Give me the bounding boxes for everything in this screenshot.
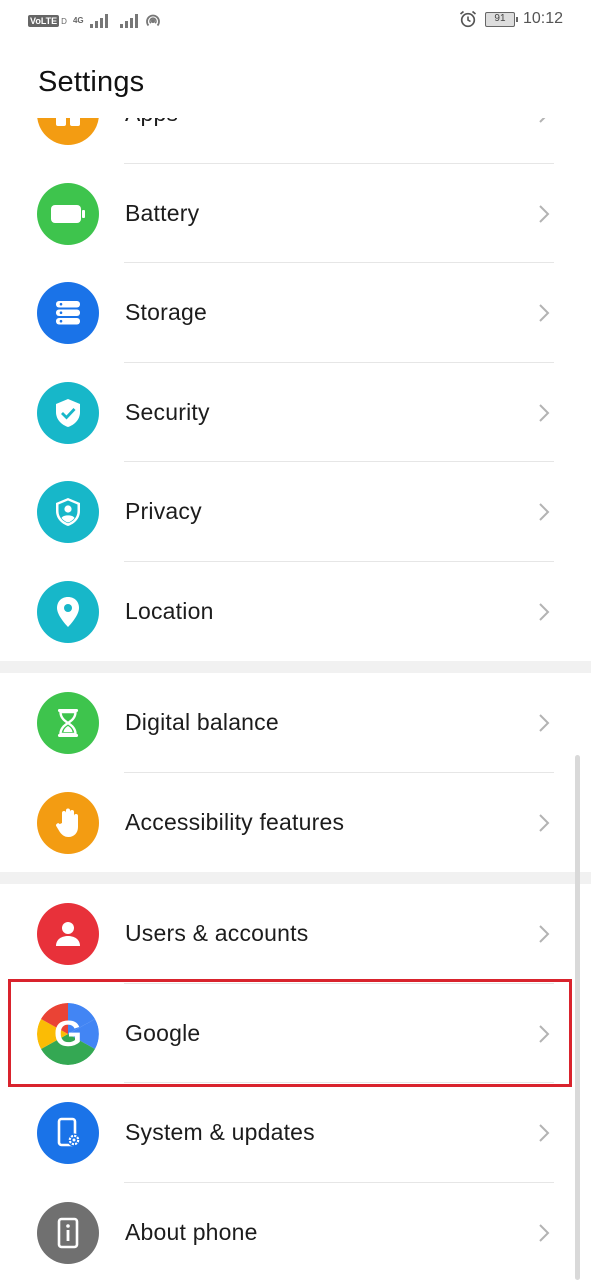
settings-item-digital-balance[interactable]: Digital balance: [0, 673, 591, 773]
chevron-right-icon: [539, 813, 550, 832]
settings-item-location[interactable]: Location: [0, 562, 591, 662]
settings-item-label: Storage: [125, 299, 207, 326]
svg-text:G: G: [54, 1013, 82, 1054]
scrollbar[interactable]: [575, 755, 580, 1280]
settings-item-label: Accessibility features: [125, 808, 345, 835]
settings-item-google[interactable]: G Google: [0, 984, 591, 1083]
settings-item-apps[interactable]: Apps: [0, 118, 591, 164]
signal-2-icon: [119, 14, 138, 28]
volte-indicator: VoLTE: [28, 15, 60, 27]
settings-item-label: About phone: [125, 1218, 258, 1245]
chevron-right-icon: [539, 304, 550, 322]
chevron-right-icon: [539, 204, 550, 223]
page-title: Settings: [38, 66, 145, 98]
alarm-icon: [459, 10, 476, 28]
settings-item-users-accounts[interactable]: Users & accounts: [0, 884, 591, 984]
storage-icon: [37, 282, 99, 344]
chevron-right-icon: [539, 503, 550, 521]
hotspot-icon: [145, 14, 160, 27]
settings-item-label: Users & accounts: [125, 920, 309, 947]
chevron-right-icon: [539, 1124, 550, 1142]
battery-icon: [37, 182, 99, 245]
section-divider: [0, 661, 591, 673]
settings-item-label: Security: [125, 398, 210, 425]
settings-item-battery[interactable]: Battery: [0, 164, 591, 263]
status-bar: VoLTE D 4G 91 10:12: [0, 0, 591, 44]
settings-item-about-phone[interactable]: About phone: [0, 1183, 591, 1280]
chevron-right-icon: [539, 1223, 550, 1242]
privacy-icon: [37, 481, 99, 543]
chevron-right-icon: [539, 403, 550, 422]
chevron-right-icon: [539, 925, 550, 943]
settings-item-label: System & updates: [125, 1119, 315, 1146]
settings-item-accessibility[interactable]: Accessibility features: [0, 773, 591, 873]
settings-item-system-updates[interactable]: System & updates: [0, 1083, 591, 1183]
network-type: 4G: [72, 16, 84, 25]
header: Settings: [38, 66, 144, 106]
settings-item-security[interactable]: Security: [0, 363, 591, 462]
settings-item-storage[interactable]: Storage: [0, 263, 591, 363]
location-pin-icon: [37, 580, 99, 643]
settings-item-privacy[interactable]: Privacy: [0, 462, 591, 562]
apps-icon: [37, 118, 99, 145]
status-left: VoLTE D 4G: [28, 12, 162, 30]
settings-item-label: Privacy: [125, 498, 202, 525]
user-icon: [37, 903, 99, 965]
settings-list-inner: Apps Battery Storage Security: [0, 118, 591, 1280]
hourglass-icon: [37, 692, 99, 754]
system-updates-icon: [37, 1102, 99, 1164]
chevron-right-icon: [539, 714, 550, 732]
chevron-right-icon: [539, 118, 546, 123]
battery-indicator: 91: [484, 11, 518, 27]
chevron-right-icon: [539, 1024, 550, 1043]
google-icon: G: [37, 1002, 99, 1065]
info-icon: [37, 1201, 99, 1264]
settings-item-label: Location: [125, 597, 214, 624]
hand-icon: [37, 791, 99, 854]
chevron-right-icon: [539, 602, 550, 621]
settings-item-label: Google: [125, 1019, 201, 1046]
status-right: 91 10:12: [459, 10, 563, 28]
settings-item-label: Battery: [125, 199, 200, 226]
settings-list[interactable]: Apps Battery Storage Security: [0, 118, 591, 1280]
settings-item-label: Apps: [125, 118, 178, 164]
security-shield-icon: [37, 381, 99, 444]
status-time: 10:12: [522, 10, 563, 27]
settings-item-label: Digital balance: [125, 709, 279, 736]
section-divider: [0, 872, 591, 884]
signal-icon: [89, 14, 108, 28]
sim-indicator: D: [61, 16, 67, 26]
